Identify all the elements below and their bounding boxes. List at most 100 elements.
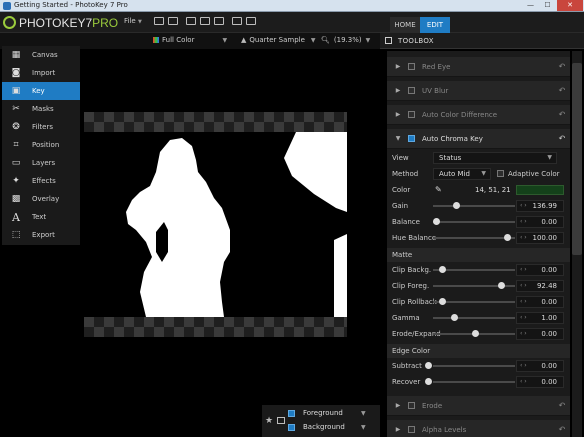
background-checkbox[interactable] (288, 423, 295, 431)
nav-canvas[interactable]: ▦ Canvas (2, 46, 80, 64)
alpha-levels-checkbox[interactable] (408, 426, 415, 433)
auto-color-difference-checkbox[interactable] (408, 111, 415, 118)
toolbox-header: TOOLBOX (380, 33, 584, 49)
gain-slider[interactable] (433, 205, 515, 207)
chevron-right-icon[interactable]: ▶ (391, 63, 405, 70)
reset-icon[interactable]: ↶ (554, 86, 570, 95)
toolbox-scroll-thumb[interactable] (572, 63, 582, 255)
foreground-dropdown[interactable]: ▼ (361, 410, 366, 417)
minimize-button[interactable]: — (522, 0, 539, 11)
clip-rollback-slider-handle[interactable] (439, 298, 446, 305)
window-titlebar: Getting Started - PhotoKey 7 Pro — ☐ ✕ (0, 0, 584, 12)
uv-blur-checkbox[interactable] (408, 87, 415, 94)
section-uv-blur[interactable]: ▶ UV Blur ↶ (387, 81, 570, 101)
recover-input[interactable]: ‹ › 0.00 (516, 376, 564, 388)
subtract-input[interactable]: ‹ › 0.00 (516, 360, 564, 372)
section-red-eye[interactable]: ▶ Red Eye ↶ (387, 57, 570, 77)
canvas-icon: ▦ (11, 50, 21, 60)
section-auto-chroma-key[interactable]: ▼ Auto Chroma Key ↶ (387, 129, 570, 149)
recover-slider-handle[interactable] (425, 378, 432, 385)
channel-dropdown[interactable]: Full Color ▼ (153, 36, 227, 44)
chevron-right-icon[interactable]: ▶ (391, 87, 405, 94)
star-icon[interactable]: ★ (265, 416, 273, 426)
close-button[interactable]: ✕ (557, 0, 583, 11)
section-auto-color-difference[interactable]: ▶ Auto Color Difference ↶ (387, 105, 570, 125)
nav-masks[interactable]: ✂ Masks (2, 100, 80, 118)
reset-icon[interactable]: ↶ (554, 134, 570, 143)
share-icon[interactable] (214, 17, 224, 25)
nav-text[interactable]: A Text (2, 208, 80, 226)
method-dropdown[interactable]: Auto Mid ▼ (433, 168, 491, 180)
foreground-checkbox[interactable] (288, 409, 295, 417)
zoom-control[interactable]: 🔍︎ (19.3%) ▼ (321, 36, 370, 44)
clip-back-input[interactable]: ‹ › 0.00 (516, 264, 564, 276)
erode-expand-input[interactable]: ‹ › 0.00 (516, 328, 564, 340)
balance-slider-handle[interactable] (433, 218, 440, 225)
matte-preview (126, 132, 347, 317)
maximize-button[interactable]: ☐ (539, 0, 556, 11)
key-color-swatch[interactable] (516, 185, 564, 195)
eyedropper-icon[interactable]: ✎ (435, 185, 442, 194)
hue-balance-slider-handle[interactable] (504, 234, 511, 241)
gamma-row: Gamma ‹ › 1.00 (387, 310, 570, 326)
erode-checkbox[interactable] (408, 402, 415, 409)
reset-icon[interactable]: ↶ (554, 110, 570, 119)
hue-balance-slider[interactable] (433, 237, 515, 239)
section-alpha-levels[interactable]: ▶ Alpha Levels ↶ (387, 420, 570, 437)
reset-icon[interactable]: ↶ (554, 425, 570, 434)
dual-monitor-icon[interactable] (246, 17, 256, 25)
monitor-icon[interactable] (232, 17, 242, 25)
gamma-slider[interactable] (433, 317, 515, 319)
nav-import[interactable]: ◙ Import (2, 64, 80, 82)
chevron-right-icon[interactable]: ▶ (391, 426, 405, 433)
gain-input[interactable]: ‹ › 136.99 (516, 200, 564, 212)
nav-effects[interactable]: ✦ Effects (2, 172, 80, 190)
reset-icon[interactable]: ↶ (554, 401, 570, 410)
image-icon[interactable] (277, 417, 285, 424)
adaptive-color-checkbox[interactable] (497, 170, 504, 177)
clip-rollback-input[interactable]: ‹ › 0.00 (516, 296, 564, 308)
nav-position[interactable]: ⌗ Position (2, 136, 80, 154)
nav-filters[interactable]: ❂ Filters (2, 118, 80, 136)
print-preview-icon[interactable] (154, 17, 164, 25)
chevron-right-icon[interactable]: ▶ (391, 111, 405, 118)
save-icon[interactable] (186, 17, 196, 25)
balance-input[interactable]: ‹ › 0.00 (516, 216, 564, 228)
auto-chroma-key-checkbox[interactable] (408, 135, 415, 142)
section-erode[interactable]: ▶ Erode ↶ (387, 396, 570, 416)
chevron-right-icon[interactable]: ▶ (391, 402, 405, 409)
clip-back-slider-handle[interactable] (439, 266, 446, 273)
recover-slider[interactable] (433, 381, 515, 383)
red-eye-checkbox[interactable] (408, 63, 415, 70)
recover-row: Recover ‹ › 0.00 (387, 374, 570, 390)
background-dropdown[interactable]: ▼ (361, 424, 366, 431)
gamma-slider-handle[interactable] (451, 314, 458, 321)
nav-export[interactable]: ⬚ Export (2, 226, 80, 244)
chevron-down-icon[interactable]: ▼ (391, 135, 405, 142)
clip-fore-slider-handle[interactable] (498, 282, 505, 289)
tab-edit[interactable]: EDIT (420, 17, 450, 33)
hue-balance-input[interactable]: ‹ › 100.00 (516, 232, 564, 244)
view-dropdown[interactable]: Status ▼ (433, 152, 557, 164)
erode-expand-slider-handle[interactable] (472, 330, 479, 337)
sample-dropdown[interactable]: ▲ Quarter Sample ▼ (241, 36, 316, 44)
layer-background[interactable]: Background ▼ (288, 421, 380, 433)
clip-fore-input[interactable]: ‹ › 92.48 (516, 280, 564, 292)
zoom-icon: 🔍︎ (321, 36, 330, 44)
balance-slider[interactable] (433, 221, 515, 223)
file-menu[interactable]: File ▼ (124, 17, 142, 25)
reset-icon[interactable]: ↶ (554, 62, 570, 71)
email-icon[interactable] (200, 17, 210, 25)
canvas-preview[interactable] (84, 112, 347, 337)
toolbox-title: TOOLBOX (398, 37, 434, 45)
subtract-slider[interactable] (433, 365, 515, 367)
nav-overlay[interactable]: ▩ Overlay (2, 190, 80, 208)
gain-slider-handle[interactable] (453, 202, 460, 209)
layer-foreground[interactable]: Foreground ▼ (288, 407, 380, 419)
subtract-slider-handle[interactable] (425, 362, 432, 369)
nav-key[interactable]: ▣ Key (2, 82, 80, 100)
print-icon[interactable] (168, 17, 178, 25)
tab-home[interactable]: HOME (390, 17, 420, 33)
nav-layers[interactable]: ▭ Layers (2, 154, 80, 172)
gamma-input[interactable]: ‹ › 1.00 (516, 312, 564, 324)
